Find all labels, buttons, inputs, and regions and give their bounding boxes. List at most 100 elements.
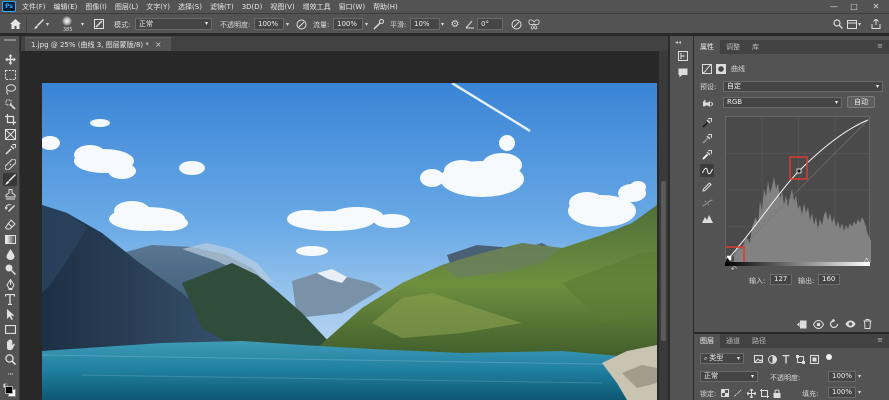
quick-selection-tool-icon[interactable] bbox=[3, 98, 17, 111]
menu-3d[interactable]: 3D(D) bbox=[242, 3, 263, 11]
history-panel-icon[interactable] bbox=[676, 49, 689, 62]
on-image-adjust-hand-icon[interactable] bbox=[701, 98, 713, 110]
smoothing-settings-gear-icon[interactable]: ⚙ bbox=[448, 17, 462, 31]
crop-tool-icon[interactable] bbox=[3, 113, 17, 126]
canvas-vertical-scrollbar[interactable] bbox=[659, 51, 668, 400]
smoothing-arrow-icon[interactable]: ▾ bbox=[441, 14, 444, 35]
filter-type-layer-icon[interactable] bbox=[780, 353, 792, 365]
black-point-dropper-icon[interactable]: ↶ bbox=[731, 265, 737, 273]
tab-channels[interactable]: 通道 bbox=[720, 334, 746, 348]
zoom-tool-icon[interactable] bbox=[3, 353, 17, 366]
layer-blend-mode-select[interactable]: 正常 ▾ bbox=[700, 371, 758, 382]
panel-menu-icon[interactable]: ≡ bbox=[877, 42, 883, 50]
brush-picker-arrow-icon[interactable]: ▾ bbox=[81, 14, 84, 35]
scrollbar-thumb[interactable] bbox=[661, 181, 666, 341]
document-image[interactable] bbox=[42, 83, 657, 400]
layer-mask-icon[interactable] bbox=[715, 63, 727, 75]
filter-shape-layer-icon[interactable] bbox=[794, 353, 806, 365]
filter-pixel-layer-icon[interactable] bbox=[752, 353, 764, 365]
layer-fill-arrow-icon[interactable]: ▾ bbox=[858, 389, 861, 396]
tab-properties[interactable]: 属性 bbox=[694, 40, 720, 54]
smooth-curve-icon[interactable] bbox=[700, 196, 714, 209]
canvas-area[interactable] bbox=[21, 51, 659, 400]
preset-select[interactable]: 自定 ▾ bbox=[723, 81, 883, 92]
move-tool-icon[interactable] bbox=[3, 53, 17, 66]
edit-points-curve-icon[interactable] bbox=[700, 164, 714, 177]
opacity-input[interactable]: 100% bbox=[254, 18, 284, 30]
brush-settings-icon[interactable] bbox=[92, 17, 106, 31]
filter-adjustment-layer-icon[interactable] bbox=[766, 353, 778, 365]
lasso-tool-icon[interactable] bbox=[3, 83, 17, 96]
tab-paths[interactable]: 路径 bbox=[746, 334, 772, 348]
layers-menu-icon[interactable]: ≡ bbox=[877, 336, 883, 344]
tab-adjustments[interactable]: 调整 bbox=[720, 40, 746, 54]
toolbar-grip[interactable] bbox=[4, 39, 16, 41]
airbrush-icon[interactable] bbox=[371, 17, 385, 31]
angle-input[interactable]: 0° bbox=[477, 18, 503, 30]
gradient-tool-icon[interactable] bbox=[3, 233, 17, 246]
history-brush-tool-icon[interactable] bbox=[3, 203, 17, 216]
tool-preset-arrow-icon[interactable]: ▾ bbox=[46, 14, 49, 35]
lock-position-icon[interactable] bbox=[745, 387, 757, 399]
blur-tool-icon[interactable] bbox=[3, 248, 17, 261]
menu-image[interactable]: 图像(I) bbox=[85, 2, 107, 12]
menu-help[interactable]: 帮助(H) bbox=[373, 2, 398, 12]
menu-edit[interactable]: 编辑(E) bbox=[54, 2, 78, 12]
eraser-tool-icon[interactable] bbox=[3, 218, 17, 231]
smoothing-input[interactable]: 10% bbox=[410, 18, 440, 30]
menu-select[interactable]: 选择(S) bbox=[178, 2, 202, 12]
filter-toggle-icon[interactable] bbox=[826, 354, 832, 360]
reset-icon[interactable] bbox=[828, 318, 840, 330]
layer-fill-input[interactable]: 100% bbox=[828, 387, 856, 398]
more-tools-icon[interactable]: ··· bbox=[3, 368, 17, 381]
healing-brush-tool-icon[interactable] bbox=[3, 158, 17, 171]
toggle-visibility-eye-icon[interactable] bbox=[844, 318, 856, 330]
frame-tool-icon[interactable] bbox=[3, 128, 17, 141]
symmetry-butterfly-icon[interactable] bbox=[527, 17, 541, 31]
delete-adjustment-trash-icon[interactable] bbox=[861, 318, 873, 330]
clipping-warning-icon[interactable] bbox=[700, 212, 714, 225]
lock-image-pixels-icon[interactable] bbox=[732, 387, 744, 399]
flow-arrow-icon[interactable]: ▾ bbox=[365, 14, 368, 35]
flow-input[interactable]: 100% bbox=[333, 18, 363, 30]
menu-layer[interactable]: 图层(L) bbox=[115, 2, 138, 12]
close-window-button[interactable]: ✕ bbox=[868, 0, 884, 13]
minimize-button[interactable]: — bbox=[826, 0, 842, 13]
brush-tool-icon[interactable] bbox=[3, 173, 17, 186]
hand-tool-icon[interactable] bbox=[3, 338, 17, 351]
document-tab-close-icon[interactable]: × bbox=[155, 40, 162, 49]
dodge-tool-icon[interactable] bbox=[3, 263, 17, 276]
maximize-button[interactable]: □ bbox=[846, 0, 862, 13]
home-icon[interactable] bbox=[8, 17, 22, 31]
sample-black-point-eyedropper-icon[interactable] bbox=[700, 116, 714, 129]
layer-opacity-input[interactable]: 100% bbox=[828, 371, 856, 382]
search-icon[interactable] bbox=[831, 17, 845, 31]
path-selection-tool-icon[interactable] bbox=[3, 308, 17, 321]
clip-to-layer-icon[interactable] bbox=[796, 318, 808, 330]
output-value-field[interactable]: 160 bbox=[818, 274, 840, 285]
black-input-slider-icon[interactable]: ▲ bbox=[725, 256, 733, 264]
document-tab[interactable]: 1.jpg @ 25% (曲线 3, 图层蒙版/8) * × bbox=[25, 37, 171, 51]
channel-select[interactable]: RGB ▾ bbox=[723, 97, 842, 108]
auto-button[interactable]: 自动 bbox=[847, 96, 875, 108]
pressure-opacity-icon[interactable] bbox=[294, 17, 308, 31]
menu-plugins[interactable]: 增效工具 bbox=[303, 2, 331, 12]
marquee-tool-icon[interactable] bbox=[3, 68, 17, 81]
comments-panel-icon[interactable] bbox=[676, 66, 689, 79]
brush-tool-icon[interactable] bbox=[32, 17, 46, 31]
lock-transparent-pixels-icon[interactable] bbox=[719, 387, 731, 399]
menu-filter[interactable]: 滤镜(T) bbox=[210, 2, 234, 12]
pen-tool-icon[interactable] bbox=[3, 278, 17, 291]
share-icon[interactable] bbox=[869, 17, 883, 31]
workspace-arrow-icon[interactable]: ▾ bbox=[858, 14, 861, 35]
color-swatches[interactable]: ◧ bbox=[3, 383, 17, 397]
layer-filter-select[interactable]: ⌕ 类型 ▾ bbox=[700, 353, 744, 364]
workspace-icon[interactable] bbox=[845, 17, 859, 31]
eyedropper-tool-icon[interactable] bbox=[3, 143, 17, 156]
tab-libraries[interactable]: 库 bbox=[746, 40, 765, 54]
sample-gray-point-eyedropper-icon[interactable] bbox=[700, 132, 714, 145]
filter-smart-object-icon[interactable] bbox=[808, 353, 820, 365]
mode-select[interactable]: 正常 ▾ bbox=[135, 18, 212, 30]
menu-window[interactable]: 窗口(W) bbox=[339, 2, 365, 12]
lock-all-icon[interactable] bbox=[771, 387, 783, 399]
